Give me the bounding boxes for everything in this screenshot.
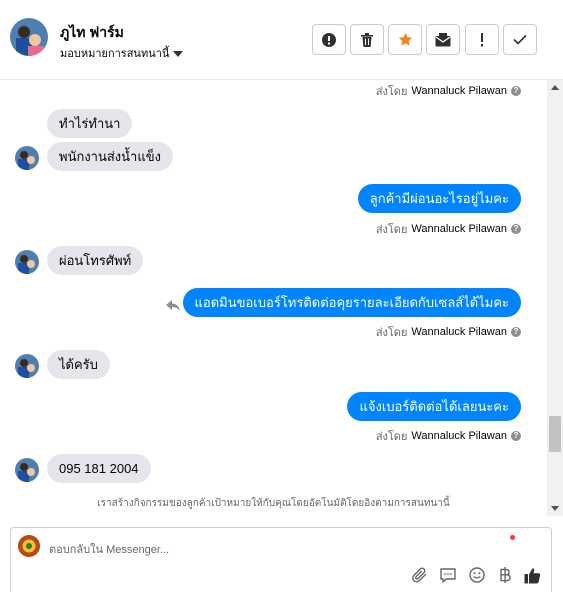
outgoing-message[interactable]: ลูกค้ามีผ่อนอะไรอยู่ไมคะ	[357, 184, 521, 213]
help-icon[interactable]: ?	[511, 224, 521, 234]
like-button[interactable]	[522, 565, 542, 585]
incoming-message[interactable]: ผ่อนโทรศัพท์	[47, 246, 144, 275]
caret-down-icon	[173, 51, 184, 57]
payment-button[interactable]	[495, 565, 515, 585]
trash-icon	[361, 32, 373, 47]
check-icon	[513, 34, 527, 45]
incoming-message[interactable]: พนักงานส่งน้ำแข็ง	[47, 142, 173, 171]
reply-composer: ตอบกลับใน Messenger...	[10, 527, 552, 592]
message-thread[interactable]: ส่งโดย Wannaluck Pilawan ? ทำไร่ทำนา พนั…	[0, 80, 547, 516]
incoming-message[interactable]: ได้ครับ	[47, 350, 110, 379]
contact-avatar[interactable]	[15, 146, 39, 170]
attachment-button[interactable]	[410, 565, 430, 585]
star-button[interactable]	[388, 24, 422, 55]
incoming-message[interactable]: ทำไร่ทำนา	[47, 109, 133, 138]
help-icon[interactable]: ?	[511, 86, 521, 96]
outgoing-message[interactable]: แอดมินขอเบอร์โทรติดต่อคุยรายละเอียดกับเซ…	[182, 288, 521, 317]
scroll-up-arrow[interactable]	[551, 85, 559, 90]
mark-unread-button[interactable]	[426, 24, 460, 55]
sent-by-label: ส่งโดย Wannaluck Pilawan ?	[376, 82, 521, 100]
notification-dot	[510, 535, 515, 540]
delete-button[interactable]	[350, 24, 384, 55]
contact-avatar[interactable]	[15, 458, 39, 482]
sent-by-label: ส่งโดย Wannaluck Pilawan ?	[376, 220, 521, 238]
scroll-down-arrow[interactable]	[551, 506, 559, 511]
exclamation-icon	[481, 32, 483, 46]
reply-input[interactable]: ตอบกลับใน Messenger...	[49, 540, 169, 558]
incoming-message[interactable]: 095 181 2004	[47, 454, 151, 483]
star-icon	[398, 32, 412, 46]
auto-activity-notice: เราสร้างกิจกรรมของลูกค้าเป้าหมายให้กับคุ…	[97, 498, 450, 509]
thumbs-up-icon	[524, 567, 540, 583]
conversation-header: ภูไท ฟาร์ม มอบหมายการสนทนานี้	[0, 0, 563, 80]
assign-label: มอบหมายการสนทนานี้	[60, 48, 170, 60]
contact-avatar[interactable]	[15, 354, 39, 378]
sent-by-label: ส่งโดย Wannaluck Pilawan ?	[376, 427, 521, 445]
contact-name[interactable]: ภูไท ฟาร์ม	[60, 22, 124, 44]
scrollbar[interactable]	[547, 80, 563, 516]
report-button[interactable]	[312, 24, 346, 55]
emoji-button[interactable]	[467, 565, 487, 585]
help-icon[interactable]: ?	[511, 431, 521, 441]
exclamation-circle-icon	[322, 32, 336, 47]
baht-icon	[500, 567, 511, 583]
sent-by-label: ส่งโดย Wannaluck Pilawan ?	[376, 323, 521, 341]
outgoing-message[interactable]: แจ้งเบอร์ติดต่อได้เลยนะคะ	[347, 392, 521, 421]
mark-unread-icon	[435, 32, 451, 46]
help-icon[interactable]: ?	[511, 327, 521, 337]
paperclip-icon	[412, 567, 427, 583]
saved-replies-button[interactable]	[438, 565, 458, 585]
scrollbar-thumb[interactable]	[549, 416, 561, 452]
assign-conversation-dropdown[interactable]: มอบหมายการสนทนานี้	[60, 44, 184, 62]
smiley-icon	[469, 567, 485, 583]
follow-up-button[interactable]	[465, 24, 499, 55]
page-avatar	[18, 535, 40, 557]
reply-icon[interactable]	[166, 299, 180, 317]
mark-done-button[interactable]	[503, 24, 537, 55]
avatar[interactable]	[10, 18, 48, 56]
contact-avatar[interactable]	[15, 250, 39, 274]
chat-bubble-icon	[440, 567, 456, 583]
